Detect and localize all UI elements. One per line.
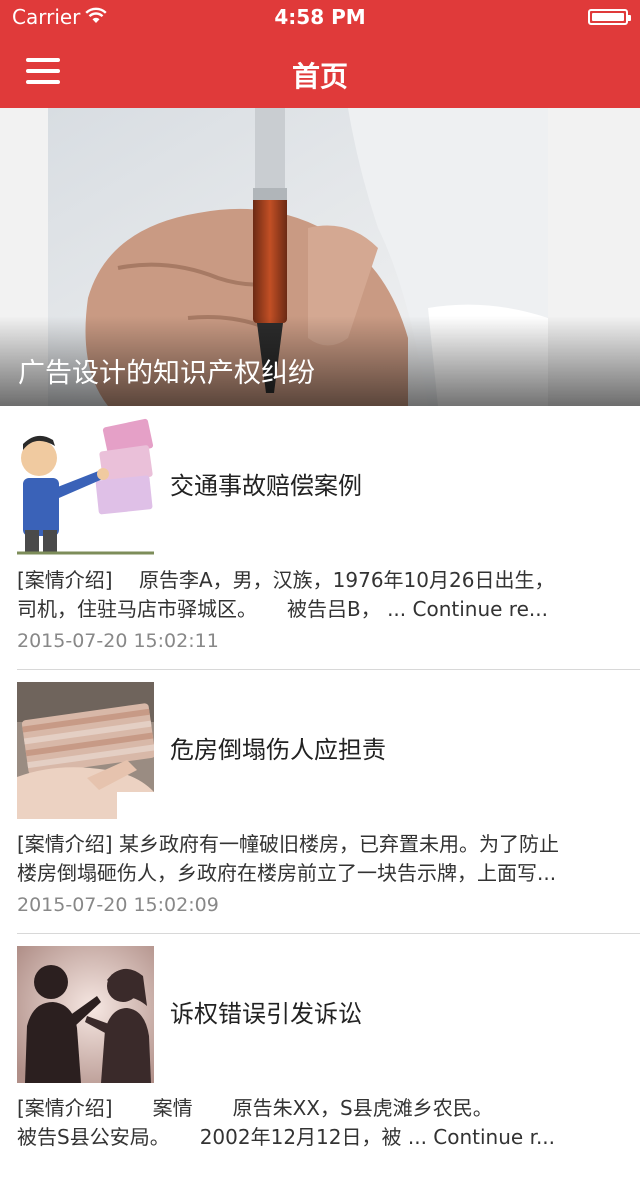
status-time: 4:58 PM — [274, 5, 366, 29]
article-thumbnail — [17, 418, 154, 555]
list-item[interactable]: 危房倒塌伤人应担责 [案情介绍] 某乡政府有一幢破旧楼房，已弃置未用。为了防止 … — [0, 670, 640, 934]
article-summary-line: 楼房倒塌砸伤人，乡政府在楼房前立了一块告示牌，上面写... — [17, 861, 557, 885]
article-summary-line: [案情介绍] 原告李A，男，汉族，1976年10月26日出生， — [17, 568, 555, 592]
featured-banner[interactable]: 广告设计的知识产权纠纷 — [0, 108, 640, 406]
argument-silhouette-image — [17, 946, 154, 1083]
article-date: 2015-07-20 15:02:09 — [17, 894, 219, 916]
list-item[interactable]: 交通事故赔偿案例 [案情介绍] 原告李A，男，汉族，1976年10月26日出生，… — [0, 406, 640, 670]
article-summary: [案情介绍] 原告李A，男，汉族，1976年10月26日出生， 司机，住驻马店市… — [17, 566, 617, 624]
page-title: 首页 — [291, 60, 348, 93]
article-date: 2015-07-20 15:02:11 — [17, 630, 219, 652]
article-summary: [案情介绍] 案情 原告朱XX，S县虎滩乡农民。 被告S县公安局。 2002年1… — [17, 1094, 617, 1152]
article-summary-line: 被告S县公安局。 2002年12月12日，被 ... Continue r... — [17, 1125, 556, 1149]
featured-caption: 广告设计的知识产权纠纷 — [18, 358, 315, 389]
article-summary-line: 司机，住驻马店市驿城区。 被告吕B， ... Continue re... — [17, 597, 548, 621]
article-summary: [案情介绍] 某乡政府有一幢破旧楼房，已弃置未用。为了防止 楼房倒塌砸伤人，乡政… — [17, 830, 617, 888]
cartoon-loan-image — [17, 418, 154, 555]
cash-stack-image — [17, 682, 154, 819]
list-item[interactable]: 诉权错误引发诉讼 [案情介绍] 案情 原告朱XX，S县虎滩乡农民。 被告S县公安… — [0, 934, 640, 1198]
article-summary-line: [案情介绍] 案情 原告朱XX，S县虎滩乡农民。 — [17, 1096, 493, 1120]
article-title: 危房倒塌伤人应担责 — [170, 736, 386, 764]
article-summary-line: [案情介绍] 某乡政府有一幢破旧楼房，已弃置未用。为了防止 — [17, 832, 559, 856]
article-thumbnail — [17, 946, 154, 1083]
battery-icon — [588, 9, 631, 25]
article-thumbnail — [17, 682, 154, 819]
status-bar: Carrier 4:58 PM — [0, 0, 640, 36]
navigation-bar: Carrier 4:58 PM 首页 — [0, 0, 640, 108]
article-title: 交通事故赔偿案例 — [170, 472, 362, 500]
article-title: 诉权错误引发诉讼 — [170, 1000, 362, 1028]
